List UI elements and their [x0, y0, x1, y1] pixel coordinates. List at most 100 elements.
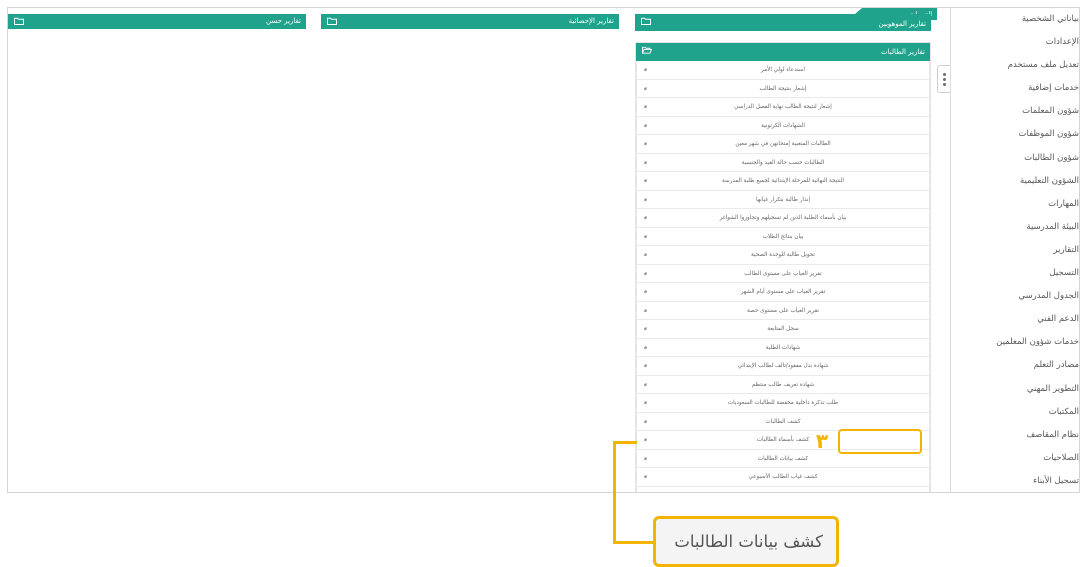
- link-icon: ⚭: [641, 472, 651, 482]
- link-icon: ⚭: [641, 102, 651, 112]
- folder-icon: [327, 17, 337, 25]
- panel-talented-title: تقارير الموهوبين: [878, 20, 926, 28]
- link-icon: ⚭: [638, 487, 653, 492]
- report-item-label: النتيجة النهائية للمرحلة الإبتدائية لجمي…: [721, 178, 844, 184]
- report-item[interactable]: ⚭ شهادة بدل مفقود/تالف لطالب الإبتدائي: [636, 357, 930, 376]
- report-item[interactable]: ⚭ الطالبات المتغيبة إمتحانهن في شهر معين: [636, 135, 930, 154]
- sidebar-list: بياناتي الشخصية الإعدادات تعديل ملف مستخدم…: [951, 8, 1079, 492]
- report-item[interactable]: ⚭ تقرير الغياب على مستوى أيام الشهر: [636, 283, 930, 302]
- sidebar-item[interactable]: المهارات: [951, 193, 1079, 216]
- report-item-label: إنذار طالبة بتكرار غيابها: [755, 196, 811, 203]
- report-item[interactable]: ⚭ النتيجة النهائية للمرحلة الإبتدائية لجم…: [636, 172, 930, 191]
- step-number: ٣: [815, 429, 829, 453]
- report-item[interactable]: ⚭ طلب تذكرة داخلية مخفضة للطالبات السعودي…: [636, 394, 930, 413]
- sidebar-item[interactable]: الصلاحيات: [951, 447, 1079, 470]
- sidebar-item[interactable]: التطوير المهني: [951, 378, 1079, 401]
- sidebar-menu: بياناتي الشخصية الإعدادات تعديل ملف مستخدم…: [950, 8, 1079, 492]
- report-item[interactable]: ⚭ تقرير الغياب على مستوى حصة: [636, 301, 930, 320]
- report-item-label: بيان بأسماء الطلبة الذين لم تسجيلهم وتجا…: [719, 215, 847, 221]
- report-item[interactable]: ⚭ بيان بنتائج الطلاب: [636, 227, 930, 246]
- report-item-label: شهادة بدل مفقود/تالف لطالب الإبتدائي: [737, 363, 829, 369]
- report-item[interactable]: ⚭ إشعار لنتيجة الطالب نهاية الفصل الدراسي: [636, 98, 930, 117]
- report-item-label: بيان بنتائج الطلاب: [762, 233, 804, 240]
- report-item[interactable]: ⚭ شهادات الطلبة: [636, 338, 930, 357]
- sidebar-item[interactable]: المكتبات: [951, 401, 1079, 424]
- sidebar-item[interactable]: خدمات إضافية: [951, 77, 1079, 100]
- link-icon: ⚭: [641, 176, 651, 186]
- collapse-handle-icon[interactable]: [937, 65, 950, 93]
- report-item[interactable]: ⚭ تقرير الغياب على مستوى الطالب: [636, 264, 930, 283]
- report-item-label: سجل المتابعة: [767, 326, 799, 332]
- report-item[interactable]: ⚭ الطالبات حسب حالة القيد والجنسية: [636, 153, 930, 172]
- sidebar-item[interactable]: خدمات شؤون المعلمين: [951, 331, 1079, 354]
- link-icon: ⚭: [641, 324, 651, 334]
- panel-stats-header[interactable]: تقارير الإحصائية: [321, 14, 619, 29]
- report-item[interactable]: ⚭ تحويل طالبة للوحدة الصحية: [636, 246, 930, 265]
- sidebar-item[interactable]: نظام المقاصف: [951, 424, 1079, 447]
- sidebar-item[interactable]: بياناتي الشخصية: [951, 8, 1079, 31]
- link-icon: ⚭: [641, 65, 651, 75]
- link-icon: ⚭: [641, 305, 651, 316]
- report-item[interactable]: ⚭ شهادة تعريف طالب منتظم: [636, 375, 930, 394]
- sidebar-item[interactable]: شؤون الموظفات: [951, 123, 1079, 146]
- sidebar-item[interactable]: تعديل ملف مستخدم: [951, 54, 1079, 77]
- report-item-label: تقرير الغياب على مستوى أيام الشهر: [740, 289, 826, 295]
- report-item-label: إشعار بنتيجة الطالب: [759, 85, 807, 92]
- sidebar-item[interactable]: التسجيل: [951, 262, 1079, 285]
- report-item-label: كشف متابعة درجات المواظبة: [749, 493, 817, 494]
- panel-stats-title: تقارير الإحصائية: [568, 17, 614, 25]
- folder-icon: [641, 17, 651, 25]
- sidebar-item[interactable]: مصادر التعلم: [951, 354, 1079, 377]
- link-icon: ⚭: [641, 83, 651, 94]
- panel-hasan-reports: تقارير حسن: [8, 14, 306, 492]
- link-icon: ⚭: [641, 361, 651, 371]
- sidebar-item[interactable]: تسجيل الأبناء: [951, 470, 1079, 492]
- report-item[interactable]: ⚭ كشف متابعة درجات المواظبة: [636, 486, 930, 494]
- leader-line-vertical: [613, 441, 616, 544]
- app-frame: التنبيهات تقارير حسن تقارير الإحصائية تق…: [7, 7, 1080, 493]
- report-item-label: شهادة تعريف طالب منتظم: [751, 381, 815, 388]
- report-item-label: الطالبات المتغيبة إمتحانهن في شهر معين: [735, 141, 831, 147]
- panel-hasan-header[interactable]: تقارير حسن: [8, 14, 306, 29]
- link-icon: ⚭: [641, 194, 651, 205]
- report-item[interactable]: ⚭ سجل المتابعة: [636, 320, 930, 339]
- sidebar-item[interactable]: التقارير: [951, 239, 1079, 262]
- sidebar-item[interactable]: الإعدادات: [951, 31, 1079, 54]
- report-item-label: طلب تذكرة داخلية مخفضة للطالبات السعوديا…: [727, 400, 839, 406]
- report-item-label: تحويل طالبة للوحدة الصحية: [751, 252, 815, 258]
- report-item-label: كشف بيانات الطالبات: [757, 455, 809, 462]
- sidebar-item[interactable]: الجدول المدرسي: [951, 285, 1079, 308]
- panel-talented-header[interactable]: تقارير الموهوبين: [635, 14, 931, 31]
- report-item-label: كشف بأسماء الطالبات: [756, 437, 810, 443]
- sidebar-item[interactable]: شؤون الطالبات: [951, 147, 1079, 170]
- folder-icon: [14, 17, 24, 25]
- sidebar-item[interactable]: شؤون المعلمات: [951, 100, 1079, 123]
- link-icon: ⚭: [641, 157, 651, 168]
- panel-student-reports: تقارير الطالبات ⚭ استدعاء لولي الأمر ⚭ إشعا…: [635, 42, 931, 494]
- panel-stats-reports: تقارير الإحصائية: [321, 14, 619, 492]
- report-item-label: استدعاء لولي الأمر: [761, 67, 805, 73]
- report-item[interactable]: ⚭ بيان بأسماء الطلبة الذين لم تسجيلهم وتج…: [636, 209, 930, 228]
- link-icon: ⚭: [641, 416, 651, 427]
- report-item-label: كشف الطالبات: [765, 418, 801, 425]
- report-item[interactable]: ⚭ استدعاء لولي الأمر: [636, 61, 930, 80]
- link-icon: ⚭: [641, 139, 651, 149]
- report-item[interactable]: ⚭ الشهادات الكرتونية: [636, 116, 930, 135]
- report-item[interactable]: ⚭ إشعار بنتيجة الطالب: [636, 79, 930, 98]
- report-item-label: إشعار لنتيجة الطالب نهاية الفصل الدراسي: [734, 104, 832, 110]
- report-item-label: الشهادات الكرتونية: [761, 122, 805, 129]
- report-item[interactable]: ⚭ كشف غياب الطالب الأسبوعي: [636, 468, 930, 487]
- highlight-box: [838, 429, 922, 454]
- panel-hasan-title: تقارير حسن: [266, 17, 301, 25]
- sidebar-item[interactable]: الدعم الفني: [951, 308, 1079, 331]
- sidebar-item[interactable]: الشؤون التعليمية: [951, 170, 1079, 193]
- link-icon: ⚭: [641, 231, 651, 242]
- panel-student-reports-header[interactable]: تقارير الطالبات: [636, 43, 930, 61]
- report-item-label: تقرير الغياب على مستوى الطالب: [744, 270, 822, 277]
- sidebar-item[interactable]: البيئة المدرسية: [951, 216, 1079, 239]
- report-item-label: شهادات الطلبة: [765, 344, 801, 351]
- report-item[interactable]: ⚭ إنذار طالبة بتكرار غيابها: [636, 190, 930, 209]
- folder-open-icon: [642, 46, 652, 54]
- link-icon: ⚭: [641, 268, 651, 279]
- link-icon: ⚭: [641, 379, 651, 390]
